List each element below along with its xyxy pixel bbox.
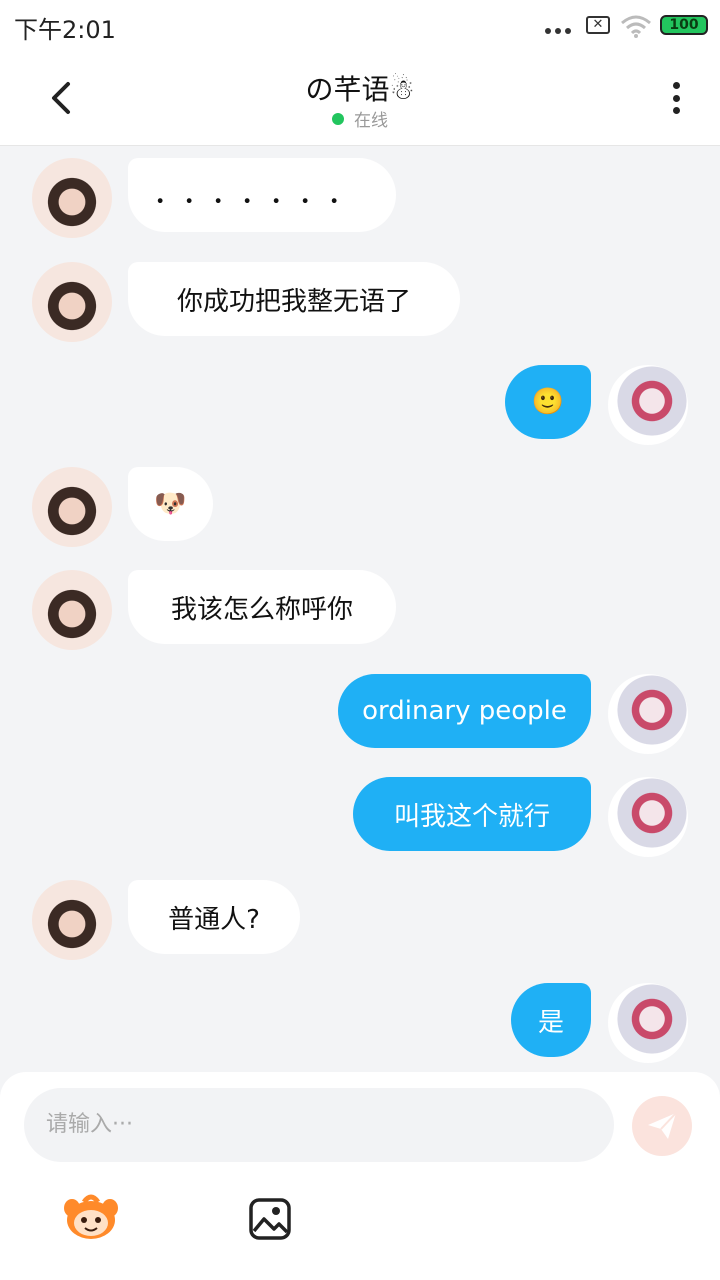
message-bubble: 你成功把我整无语了 (128, 262, 460, 336)
send-button[interactable] (632, 1096, 692, 1156)
more-notifications-icon (545, 28, 571, 34)
message-bubble: ordinary people (338, 674, 591, 748)
my-avatar[interactable] (608, 365, 688, 445)
chat-title: の芊语☃ (305, 73, 415, 106)
battery-icon: 100 (660, 15, 708, 35)
composer-panel: 请输入··· (0, 1072, 720, 1280)
contact-avatar[interactable] (32, 262, 112, 342)
sim-x-icon: ✕ (586, 16, 610, 34)
message-bubble: 是 (511, 983, 591, 1057)
wifi-icon (621, 15, 651, 38)
message-bubble: ．．．．．．． (128, 158, 396, 232)
presence-status: 在线 (354, 111, 388, 131)
image-picker-icon[interactable] (248, 1197, 292, 1241)
my-avatar[interactable] (608, 983, 688, 1063)
more-options-button[interactable] (664, 78, 688, 118)
status-bar: 下午2:01 ✕ 100 (0, 0, 720, 50)
message-bubble: 叫我这个就行 (353, 777, 591, 851)
message-bubble: 🐶 (128, 467, 213, 541)
contact-avatar[interactable] (32, 570, 112, 650)
message-bubble: 我该怎么称呼你 (128, 570, 396, 644)
my-avatar[interactable] (608, 674, 688, 754)
online-dot-icon (332, 112, 344, 125)
message-bubble: 普通人? (128, 880, 300, 954)
chat-header: の芊语☃ 在线 (0, 50, 720, 146)
sticker-mascot-icon[interactable] (62, 1194, 120, 1240)
contact-avatar[interactable] (32, 880, 112, 960)
my-avatar[interactable] (608, 777, 688, 857)
contact-avatar[interactable] (32, 158, 112, 238)
presence-indicator: 在线 (0, 106, 720, 131)
message-input[interactable]: 请输入··· (24, 1088, 614, 1162)
send-icon (648, 1112, 677, 1139)
contact-avatar[interactable] (32, 467, 112, 547)
status-time: 下午2:01 (14, 16, 116, 44)
message-bubble: 🙂 (505, 365, 591, 439)
